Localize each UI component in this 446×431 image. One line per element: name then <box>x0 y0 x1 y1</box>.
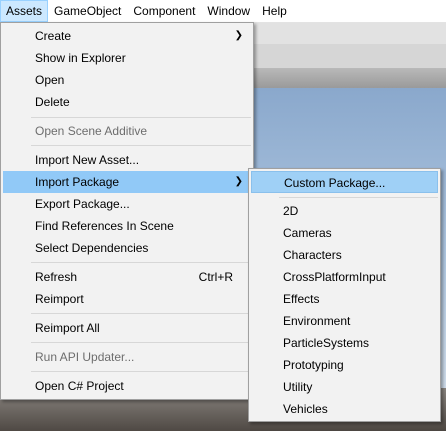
menu-separator <box>31 313 251 314</box>
menu-gameobject[interactable]: GameObject <box>48 0 127 22</box>
menu-item-refresh[interactable]: Refresh Ctrl+R <box>3 266 251 288</box>
menu-item-open-scene-additive: Open Scene Additive <box>3 120 251 142</box>
menu-item-find-references[interactable]: Find References In Scene <box>3 215 251 237</box>
menu-item-vehicles[interactable]: Vehicles <box>251 398 438 420</box>
menu-separator <box>31 117 251 118</box>
menu-item-2d[interactable]: 2D <box>251 200 438 222</box>
menu-item-label: Custom Package... <box>284 176 386 190</box>
menu-item-cameras[interactable]: Cameras <box>251 222 438 244</box>
chevron-right-icon: ❯ <box>234 176 243 187</box>
menu-item-label: Reimport All <box>35 321 100 335</box>
menu-bar: Assets GameObject Component Window Help <box>0 0 446 23</box>
menu-separator <box>31 145 251 146</box>
menu-item-label: Open <box>35 73 65 87</box>
menu-item-label: Environment <box>283 314 351 328</box>
menu-item-label: Prototyping <box>283 358 344 372</box>
menu-item-label: Delete <box>35 95 70 109</box>
menu-component[interactable]: Component <box>127 0 201 22</box>
shortcut-label: Ctrl+R <box>198 270 233 284</box>
menu-window[interactable]: Window <box>201 0 256 22</box>
menu-item-import-new-asset[interactable]: Import New Asset... <box>3 149 251 171</box>
menu-item-label: Cameras <box>283 226 332 240</box>
menu-item-crossplatforminput[interactable]: CrossPlatformInput <box>251 266 438 288</box>
menu-item-label: Utility <box>283 380 313 394</box>
menu-item-label: Import New Asset... <box>35 153 140 167</box>
scene-view-header <box>250 68 446 88</box>
menu-item-label: Select Dependencies <box>35 241 149 255</box>
menu-item-particlesystems[interactable]: ParticleSystems <box>251 332 438 354</box>
menu-item-export-package[interactable]: Export Package... <box>3 193 251 215</box>
menu-separator <box>31 262 251 263</box>
menu-item-reimport[interactable]: Reimport <box>3 288 251 310</box>
menu-item-custom-package[interactable]: Custom Package... <box>251 171 438 193</box>
menu-item-label: CrossPlatformInput <box>283 270 386 284</box>
import-package-submenu: Custom Package... 2D Cameras Characters … <box>248 168 441 422</box>
menu-assets[interactable]: Assets <box>0 0 49 22</box>
menu-item-characters[interactable]: Characters <box>251 244 438 266</box>
menu-item-label: Run API Updater... <box>35 350 135 364</box>
menu-item-environment[interactable]: Environment <box>251 310 438 332</box>
menu-item-import-package[interactable]: Import Package ❯ <box>3 171 251 193</box>
menu-item-utility[interactable]: Utility <box>251 376 438 398</box>
editor-tabbar <box>250 44 446 68</box>
menu-item-label: Reimport <box>35 292 84 306</box>
chevron-right-icon: ❯ <box>234 30 243 41</box>
menu-item-label: Create <box>35 29 72 43</box>
menu-item-prototyping[interactable]: Prototyping <box>251 354 438 376</box>
assets-dropdown-menu: Create ❯ Show in Explorer Open Delete Op… <box>0 22 254 400</box>
menu-item-label: Open Scene Additive <box>35 124 148 138</box>
menu-separator <box>31 342 251 343</box>
menu-item-open[interactable]: Open <box>3 69 251 91</box>
editor-toolbar <box>250 22 446 45</box>
menu-item-label: Effects <box>283 292 320 306</box>
menu-item-label: Import Package <box>35 175 120 189</box>
menu-item-label: Find References In Scene <box>35 219 174 233</box>
menu-separator <box>279 197 438 198</box>
menu-item-label: 2D <box>283 204 299 218</box>
menu-item-select-dependencies[interactable]: Select Dependencies <box>3 237 251 259</box>
menu-item-reimport-all[interactable]: Reimport All <box>3 317 251 339</box>
menu-item-show-in-explorer[interactable]: Show in Explorer <box>3 47 251 69</box>
menu-item-label: ParticleSystems <box>283 336 370 350</box>
scene-view-ground-left <box>0 398 250 431</box>
menu-item-effects[interactable]: Effects <box>251 288 438 310</box>
menu-item-label: Show in Explorer <box>35 51 126 65</box>
menu-item-label: Refresh <box>35 270 78 284</box>
menu-item-label: Vehicles <box>283 402 328 416</box>
menu-item-label: Export Package... <box>35 197 130 211</box>
menu-item-delete[interactable]: Delete <box>3 91 251 113</box>
menu-item-label: Characters <box>283 248 342 262</box>
menu-separator <box>31 371 251 372</box>
menu-help[interactable]: Help <box>256 0 293 22</box>
menu-item-create[interactable]: Create ❯ <box>3 25 251 47</box>
menu-item-label: Open C# Project <box>35 379 124 393</box>
menu-item-open-csharp-project[interactable]: Open C# Project <box>3 375 251 397</box>
menu-item-run-api-updater: Run API Updater... <box>3 346 251 368</box>
